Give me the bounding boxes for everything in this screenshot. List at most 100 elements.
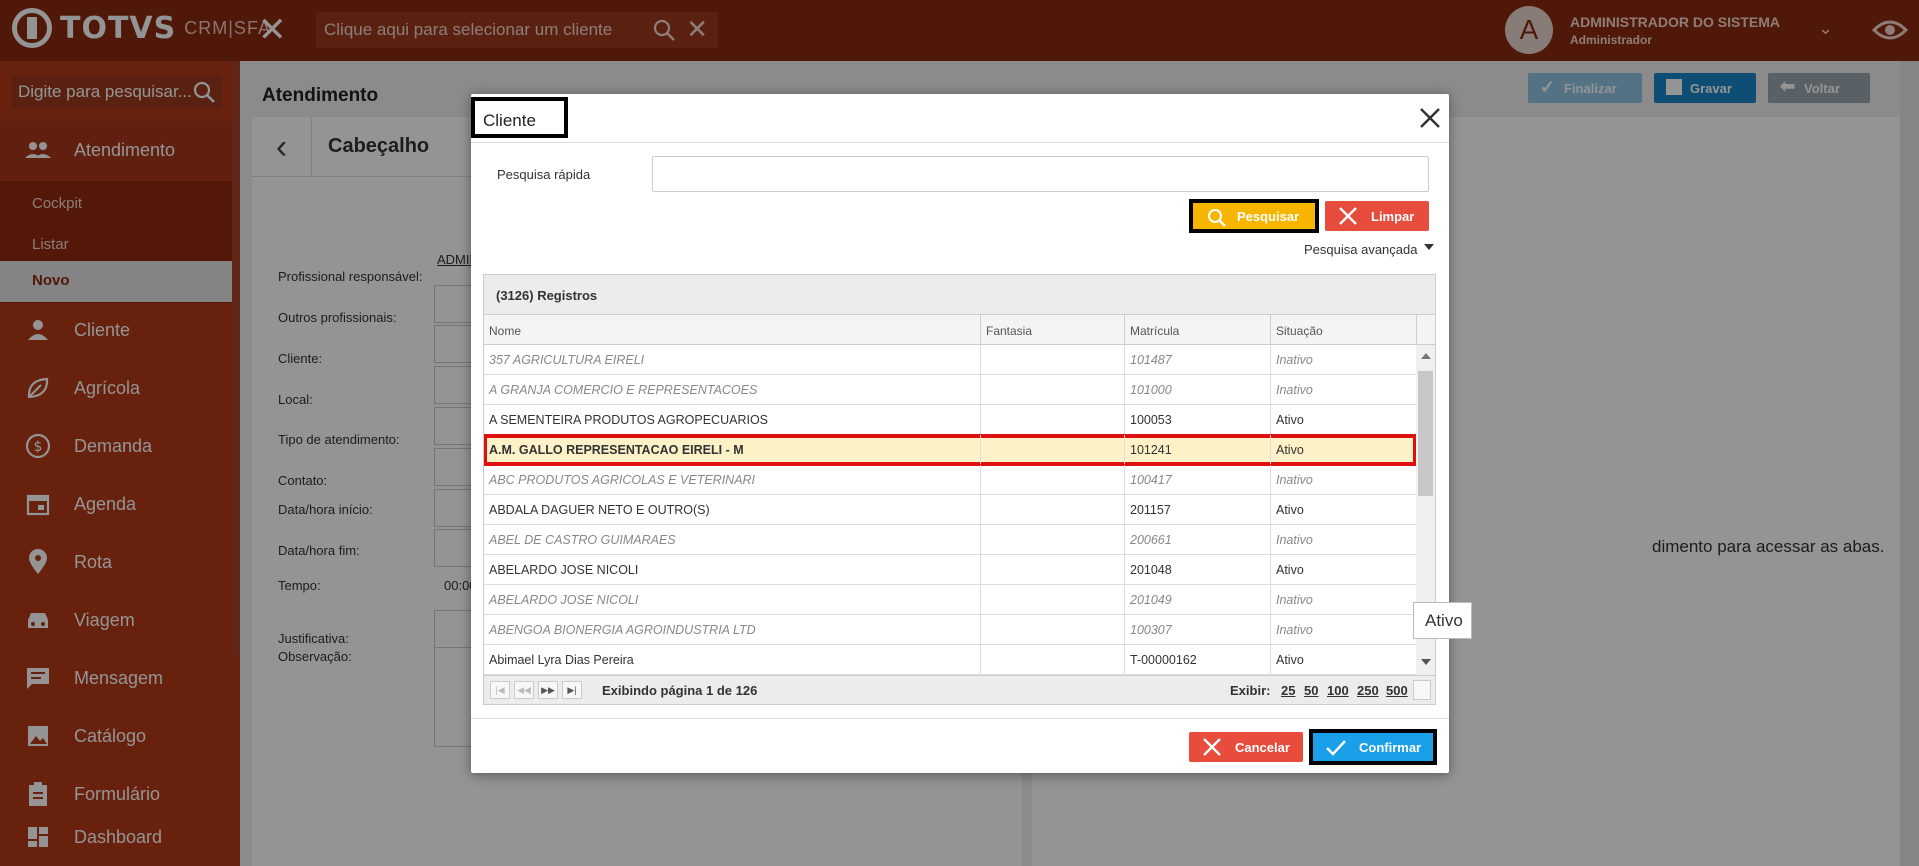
cell-matricula: 100417 (1130, 473, 1172, 487)
table-row[interactable]: 357 AGRICULTURA EIRELI 101487 Inativo (484, 345, 1416, 375)
column-header-situacao[interactable]: Situação (1276, 324, 1323, 338)
pager-info: Exibindo página 1 de 126 (602, 683, 758, 698)
pesquisar-label: Pesquisar (1237, 208, 1300, 224)
cell-situacao: Ativo (1276, 563, 1304, 577)
cell-matricula: 101000 (1130, 383, 1172, 397)
column-separator (1270, 585, 1271, 614)
column-separator (1270, 315, 1271, 345)
column-separator (980, 465, 981, 494)
table-row[interactable]: A.M. GALLO REPRESENTACAO EIRELI - M 10124… (484, 434, 1416, 466)
cell-situacao: Ativo (1276, 413, 1304, 427)
cancelar-label: Cancelar (1235, 739, 1290, 755)
page-size-100[interactable]: 100 (1327, 683, 1349, 698)
scroll-up-icon[interactable] (1421, 353, 1431, 359)
table-row[interactable]: ABDALA DAGUER NETO E OUTRO(S) 201157 Ativo (484, 495, 1416, 525)
table-row[interactable]: ABELARDO JOSE NICOLI 201048 Ativo (484, 555, 1416, 585)
cell-nome: ABDALA DAGUER NETO E OUTRO(S) (489, 503, 710, 517)
cell-situacao: Inativo (1276, 623, 1313, 637)
cell-matricula: 200661 (1130, 533, 1172, 547)
grid-header: Nome Fantasia Matrícula Situação (484, 315, 1435, 345)
quick-search-label: Pesquisa rápida (497, 167, 591, 182)
cell-situacao: Inativo (1276, 473, 1313, 487)
page-size-25[interactable]: 25 (1281, 683, 1295, 698)
advanced-search-toggle[interactable]: Pesquisa avançada (1304, 242, 1417, 257)
cell-nome: Abimael Lyra Dias Pereira (489, 653, 634, 667)
column-header-fantasia[interactable]: Fantasia (986, 324, 1032, 338)
cell-nome: ABELARDO JOSE NICOLI (489, 563, 639, 577)
column-separator (1270, 465, 1271, 494)
cell-situacao: Inativo (1276, 533, 1313, 547)
cell-nome: A GRANJA COMERCIO E REPRESENTACOES (489, 383, 758, 397)
cell-tooltip: Ativo (1413, 602, 1472, 639)
column-separator (1270, 345, 1271, 374)
scroll-thumb[interactable] (1418, 371, 1433, 496)
limpar-button[interactable]: Limpar (1325, 201, 1429, 231)
cell-situacao: Ativo (1276, 653, 1304, 667)
table-row[interactable]: ABC PRODUTOS AGRICOLAS E VETERINARI 10041… (484, 465, 1416, 495)
column-header-matricula[interactable]: Matrícula (1130, 324, 1179, 338)
column-separator (1124, 585, 1125, 614)
scroll-down-icon[interactable] (1421, 659, 1431, 665)
cell-situacao: Inativo (1276, 593, 1313, 607)
column-separator (1270, 645, 1271, 674)
page-size-250[interactable]: 250 (1357, 683, 1379, 698)
last-page-icon[interactable]: ▶| (562, 681, 582, 699)
cliente-grid: (3126) Registros Nome Fantasia Matrícula… (483, 274, 1436, 705)
column-separator (1270, 555, 1271, 584)
cell-matricula: 100053 (1130, 413, 1172, 427)
confirmar-label: Confirmar (1359, 739, 1422, 755)
cell-matricula: 100307 (1130, 623, 1172, 637)
page-size-500[interactable]: 500 (1386, 683, 1408, 698)
search-icon (1208, 209, 1226, 227)
table-row[interactable]: ABELARDO JOSE NICOLI 201049 Inativo (484, 585, 1416, 615)
cancelar-button[interactable]: Cancelar (1189, 732, 1303, 762)
column-separator (1124, 375, 1125, 404)
next-page-icon[interactable]: ▶▶ (538, 681, 558, 699)
divider (471, 718, 1449, 719)
column-separator (980, 375, 981, 404)
column-separator (980, 645, 981, 674)
cell-nome: ABENGOA BIONERGIA AGROINDUSTRIA LTD (489, 623, 756, 637)
quick-search-input[interactable] (652, 156, 1429, 192)
column-separator (1270, 615, 1271, 644)
column-separator (1124, 525, 1125, 554)
column-separator (980, 435, 981, 464)
column-separator (980, 495, 981, 524)
lightbulb-icon[interactable] (1413, 680, 1431, 700)
table-row[interactable]: A SEMENTEIRA PRODUTOS AGROPECUARIOS 10005… (484, 405, 1416, 435)
first-page-icon[interactable]: |◀ (490, 681, 510, 699)
grid-caption: (3126) Registros (484, 275, 1435, 315)
table-row[interactable]: ABEL DE CASTRO GUIMARAES 200661 Inativo (484, 525, 1416, 555)
caret-down-icon[interactable] (1424, 244, 1434, 250)
confirmar-button[interactable]: Confirmar (1309, 729, 1437, 765)
table-row[interactable]: A GRANJA COMERCIO E REPRESENTACOES 101000… (484, 375, 1416, 405)
column-separator (1124, 435, 1125, 464)
column-separator (1124, 645, 1125, 674)
cell-matricula: 101487 (1130, 353, 1172, 367)
column-separator (1270, 495, 1271, 524)
column-separator (980, 615, 981, 644)
column-separator (1416, 315, 1417, 345)
cell-matricula: 201157 (1130, 503, 1171, 517)
cell-nome: ABELARDO JOSE NICOLI (489, 593, 639, 607)
close-icon (1339, 207, 1357, 225)
table-row[interactable]: Abimael Lyra Dias Pereira T-00000162 Ativo (484, 645, 1416, 675)
cell-nome: ABC PRODUTOS AGRICOLAS E VETERINARI (489, 473, 756, 487)
close-icon[interactable] (1416, 104, 1444, 132)
close-icon (1203, 738, 1221, 756)
cell-situacao: Inativo (1276, 353, 1313, 367)
prev-page-icon[interactable]: ◀◀ (514, 681, 534, 699)
column-separator (980, 525, 981, 554)
cliente-modal: Cliente Pesquisa rápida Pesquisar Limpar… (471, 94, 1449, 773)
pesquisar-button[interactable]: Pesquisar (1189, 199, 1319, 233)
check-icon (1326, 740, 1346, 756)
column-separator (1124, 315, 1125, 345)
page-size-50[interactable]: 50 (1304, 683, 1318, 698)
column-separator (1124, 465, 1125, 494)
table-row[interactable]: ABENGOA BIONERGIA AGROINDUSTRIA LTD 10030… (484, 615, 1416, 645)
limpar-label: Limpar (1371, 208, 1415, 224)
column-header-nome[interactable]: Nome (489, 324, 521, 338)
column-separator (1124, 555, 1125, 584)
column-separator (1124, 345, 1125, 374)
column-separator (1124, 495, 1125, 524)
